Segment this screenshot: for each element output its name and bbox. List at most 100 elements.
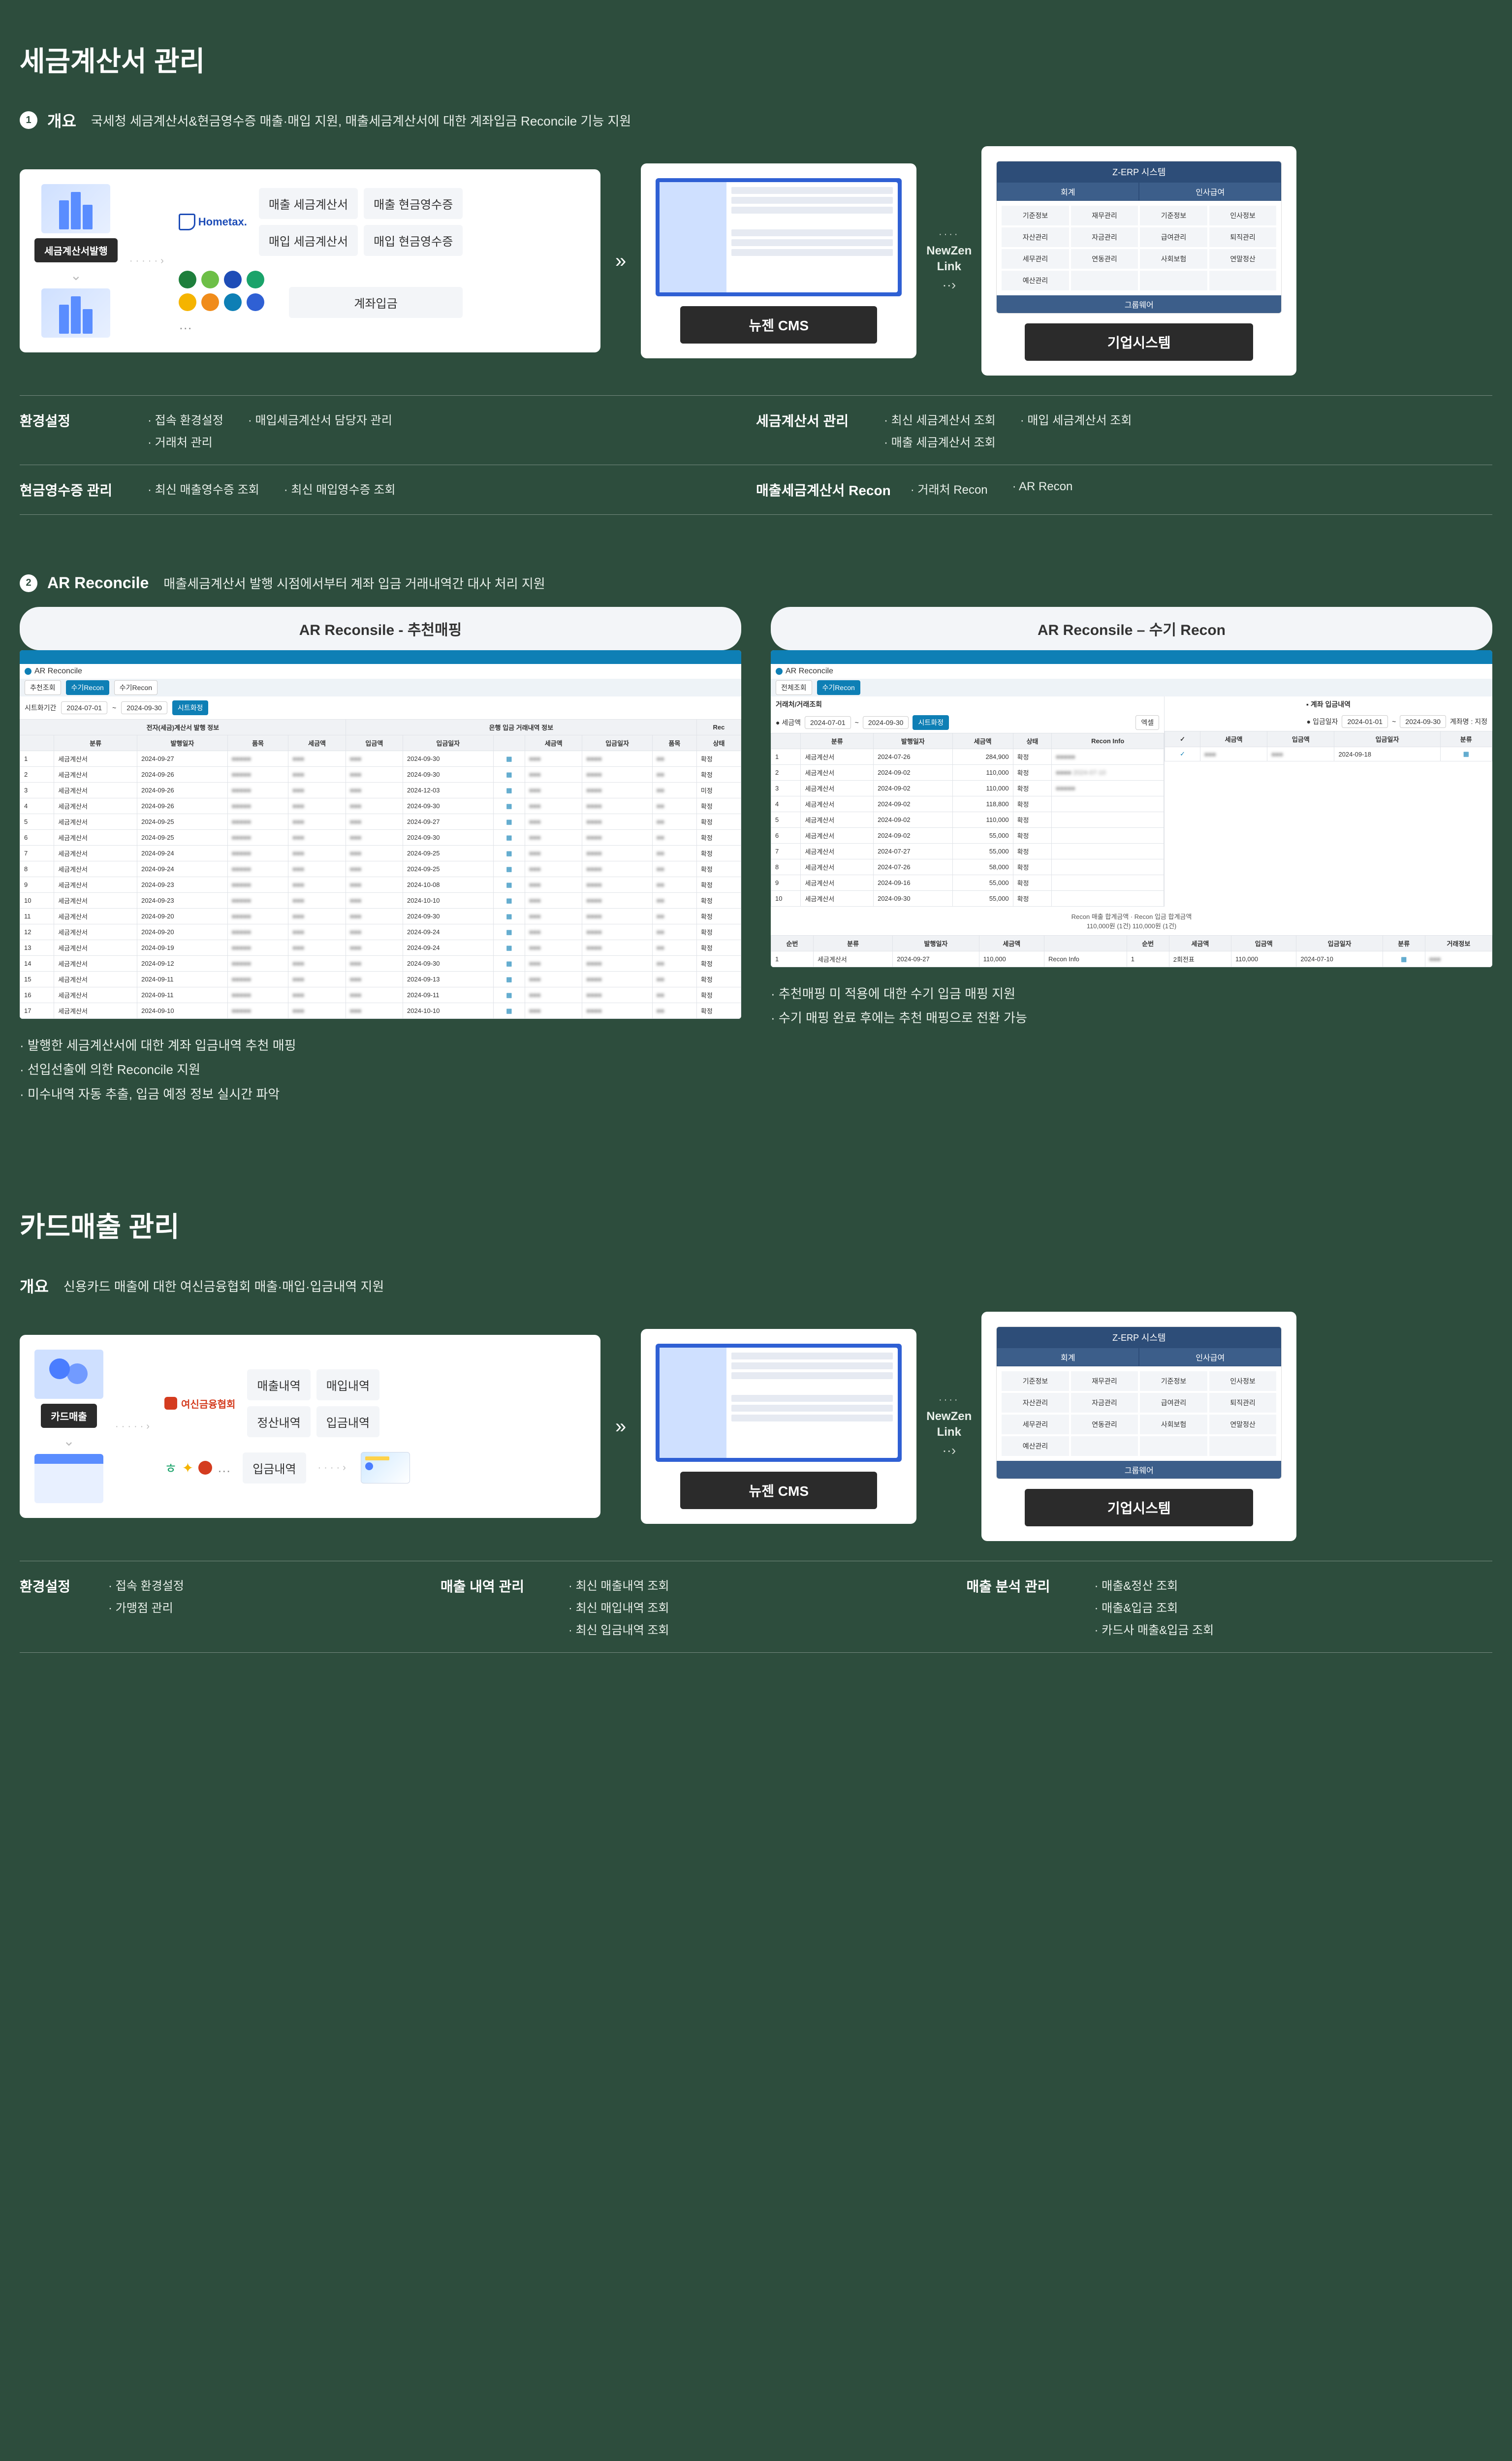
ar-tab-manual[interactable]: AR Reconsile – 수기 Recon (771, 607, 1492, 650)
mock-date-to[interactable]: 2024-09-30 (121, 701, 167, 714)
mock-search-button[interactable]: 시트화정 (172, 700, 209, 715)
th: 상태 (1013, 733, 1052, 749)
feat-cash-title: 현금영수증 관리 (20, 480, 128, 500)
cfeat-sales-title: 매출 내역 관리 (441, 1576, 549, 1638)
cms-card-2: 뉴젠 CMS (641, 1329, 916, 1524)
table-row[interactable]: 8세금계산서2024-07-2658,000확정 (771, 859, 1164, 875)
feat-item: 접속 환경설정 (148, 410, 223, 428)
chip-purchase-cash: 매입 현금영수증 (364, 225, 463, 256)
mock2-tab-b[interactable]: 수기Recon (817, 680, 860, 695)
feat-item: 카드사 매출&입금 조회 (1094, 1620, 1492, 1638)
table-row[interactable]: 10세금계산서2024-09-23■■■■■■■■■■■2024-10-10▦■… (20, 893, 741, 909)
bullet: 발행한 세금계산서에 대한 계좌 입금내역 추천 매핑 (20, 1034, 741, 1058)
table-row[interactable]: 10세금계산서2024-09-3055,000확정 (771, 891, 1164, 907)
table-row[interactable]: 3세금계산서2024-09-26■■■■■■■■■■■2024-12-03▦■■… (20, 783, 741, 798)
yeosin-badge: 여신금융협회 (164, 1396, 235, 1411)
down-arrow-icon: ⌄ (63, 1433, 74, 1449)
mock2-date-from2[interactable]: 2024-01-01 (1342, 715, 1388, 728)
th: 분류 (1383, 936, 1425, 951)
table-row[interactable]: 11세금계산서2024-09-20■■■■■■■■■■■2024-09-30▦■… (20, 909, 741, 924)
table-row[interactable]: 13세금계산서2024-09-19■■■■■■■■■■■2024-09-24▦■… (20, 940, 741, 956)
table-row[interactable]: 8세금계산서2024-09-24■■■■■■■■■■■2024-09-25▦■■… (20, 861, 741, 877)
table-row[interactable]: 15세금계산서2024-09-11■■■■■■■■■■■2024-09-13▦■… (20, 972, 741, 987)
th: 발행일자 (893, 936, 979, 951)
tax-issue-pill: 세금계산서발행 (34, 238, 118, 262)
table-row[interactable]: 7세금계산서2024-07-2755,000확정 (771, 844, 1164, 859)
cms-card: 뉴젠 CMS (641, 163, 916, 358)
table-row[interactable]: 9세금계산서2024-09-1655,000확정 (771, 875, 1164, 891)
feat-tax-title: 세금계산서 관리 (756, 410, 864, 450)
mock2-search-button[interactable]: 시트화정 (913, 715, 949, 730)
erp-cell: 연말정산 (1209, 249, 1277, 269)
mock-tab[interactable]: 추천조회 (25, 680, 61, 695)
cms-mock (656, 178, 902, 296)
deposit-row[interactable]: ✓ ■■■ ■■■ 2024-09-18 ▦ (1165, 747, 1492, 761)
feat-item: 최신 입금내역 조회 (568, 1620, 967, 1638)
erp-cell: 자금관리 (1071, 227, 1138, 247)
mock2-panel-right-title: 계좌 입금내역 (1311, 700, 1351, 708)
table-row[interactable]: 1세금계산서2024-07-26284,900확정■■■■■ (771, 749, 1164, 765)
overview-label: 개요 (47, 109, 76, 131)
table-row[interactable]: 14세금계산서2024-09-12■■■■■■■■■■■2024-09-30▦■… (20, 956, 741, 972)
table-row[interactable]: 12세금계산서2024-09-20■■■■■■■■■■■2024-09-24▦■… (20, 924, 741, 940)
erp-footer: 그룹웨어 (997, 1461, 1281, 1479)
bullet: 수기 매핑 완료 후에는 추천 매핑으로 전환 가능 (771, 1006, 1492, 1030)
link-arrow-icon: ··› (942, 277, 956, 293)
table-row[interactable]: 4세금계산서2024-09-26■■■■■■■■■■■2024-09-30▦■■… (20, 798, 741, 814)
th: 발행일자 (874, 733, 952, 749)
mock-date-from[interactable]: 2024-07-01 (61, 701, 107, 714)
chip-deposit-list: 입금내역 (243, 1452, 306, 1483)
summary-label: Recon 매출 합계금액 · Recon 입금 합계금액 (1071, 913, 1192, 920)
feat-item: 매출&입금 조회 (1094, 1598, 1492, 1615)
bank-icon (247, 293, 264, 311)
erp-cell (1209, 271, 1277, 290)
feat-item: 접속 환경설정 (108, 1576, 441, 1593)
mock-table: 전자(세금)계산서 발행 정보 은행 입금 거래내역 정보 Rec 분류 발행일… (20, 719, 741, 1019)
mock2-tab-a[interactable]: 전체조회 (776, 680, 812, 695)
mock-th-group-right: 은행 입금 거래내역 정보 (346, 720, 696, 735)
feat-item: 거래처 Recon (911, 480, 988, 500)
cfeat-analysis-title: 매출 분석 관리 (966, 1576, 1074, 1638)
th: 입금액 (1231, 936, 1296, 951)
th: 입금일자 (1296, 936, 1383, 951)
table-row[interactable]: 6세금계산서2024-09-0255,000확정 (771, 828, 1164, 844)
mock-tab[interactable]: 수기Recon (66, 680, 109, 695)
mock2-date-from[interactable]: 2024-07-01 (805, 716, 851, 729)
erp-cell: 세무관리 (1002, 1415, 1069, 1434)
ar-tab-recommend[interactable]: AR Reconsile - 추천매핑 (20, 607, 741, 650)
erp-header: Z-ERP 시스템 (997, 1327, 1281, 1348)
feat-item: 거래처 관리 (148, 433, 756, 450)
erp-cell: 예산관리 (1002, 271, 1069, 290)
table-row[interactable]: 9세금계산서2024-09-23■■■■■■■■■■■2024-10-08▦■■… (20, 877, 741, 893)
bottom-row[interactable]: 1 세금계산서 2024-09-27 110,000 Recon Info 1 … (771, 951, 1492, 967)
bullet: 미수내역 자동 추출, 입금 예정 정보 실시간 파악 (20, 1082, 741, 1106)
erp-cell: 세무관리 (1002, 249, 1069, 269)
table-row[interactable]: 17세금계산서2024-09-10■■■■■■■■■■■2024-10-10▦■… (20, 1003, 741, 1019)
card-overview-desc: 신용카드 매출에 대한 여신금융협회 매출·매입·입금내역 지원 (63, 1277, 384, 1295)
mock2-excel-button[interactable]: 엑셀 (1135, 715, 1159, 730)
table-row[interactable]: 5세금계산서2024-09-25■■■■■■■■■■■2024-09-27▦■■… (20, 814, 741, 830)
th: 세금액 (979, 936, 1044, 951)
mock2-date-to[interactable]: 2024-09-30 (863, 716, 909, 729)
erp-cell: 인사정보 (1209, 1371, 1277, 1391)
table-row[interactable]: 5세금계산서2024-09-02110,000확정 (771, 812, 1164, 828)
newzen-link-label-2: NewZen Link (926, 1409, 972, 1439)
erp-cell: 사회보험 (1140, 1415, 1207, 1434)
link-arrow-icon: ··› (942, 1443, 956, 1458)
table-row[interactable]: 4세금계산서2024-09-02118,800확정 (771, 796, 1164, 812)
table-row[interactable]: 1세금계산서2024-09-27■■■■■■■■■■■2024-09-30▦■■… (20, 751, 741, 767)
table-row[interactable]: 3세금계산서2024-09-02110,000확정■■■■■ (771, 781, 1164, 796)
mock-tab[interactable]: 수기Recon (114, 680, 158, 695)
th: 품목 (227, 735, 288, 751)
erp-cell (1071, 1436, 1138, 1456)
mock2-date-to2[interactable]: 2024-09-30 (1400, 715, 1446, 728)
link-dots-icon: ···· (939, 229, 960, 240)
table-row[interactable]: 7세금계산서2024-09-24■■■■■■■■■■■2024-09-25▦■■… (20, 846, 741, 861)
mock-th-group-left: 전자(세금)계산서 발행 정보 (20, 720, 346, 735)
table-row[interactable]: 16세금계산서2024-09-11■■■■■■■■■■■2024-09-11▦■… (20, 987, 741, 1003)
table-row[interactable]: 2세금계산서2024-09-02110,000확정■■■■ 2024-07-10 (771, 765, 1164, 781)
table-row[interactable]: 6세금계산서2024-09-25■■■■■■■■■■■2024-09-30▦■■… (20, 830, 741, 846)
erp-cell: 퇴직관리 (1209, 227, 1277, 247)
th: Recon Info (1052, 733, 1164, 749)
table-row[interactable]: 2세금계산서2024-09-26■■■■■■■■■■■2024-09-30▦■■… (20, 767, 741, 783)
